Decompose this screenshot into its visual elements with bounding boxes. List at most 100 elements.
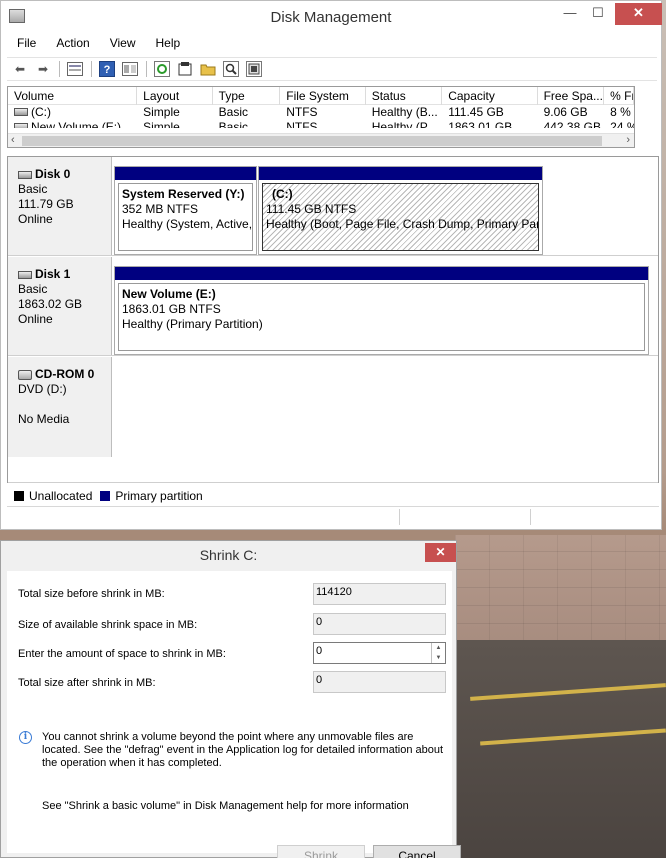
menu-bar: File Action View Help bbox=[7, 34, 190, 54]
partition-details: (C:) 111.45 GB NTFS Healthy (Boot, Page … bbox=[262, 183, 539, 251]
help-icon[interactable]: ? bbox=[98, 60, 116, 78]
volume-list-header: Volume Layout Type File System Status Ca… bbox=[8, 87, 634, 105]
partition-size: 352 MB NTFS bbox=[122, 202, 199, 216]
horizontal-scrollbar[interactable]: ‹ › bbox=[8, 133, 634, 147]
column-header-capacity[interactable]: Capacity bbox=[442, 87, 538, 105]
close-button[interactable]: ✕ bbox=[615, 3, 662, 25]
disk-name: CD-ROM 0 bbox=[35, 367, 95, 381]
partition-status: Healthy (Primary Partition) bbox=[122, 317, 263, 331]
shrink-info-text: You cannot shrink a volume beyond the po… bbox=[42, 731, 444, 769]
percent-free-cell: 8 % bbox=[610, 105, 631, 119]
hard-drive-icon bbox=[18, 170, 32, 179]
search-icon[interactable] bbox=[222, 60, 240, 78]
refresh-icon[interactable] bbox=[153, 60, 171, 78]
partition-system-reserved[interactable]: System Reserved (Y:) 352 MB NTFS Healthy… bbox=[114, 166, 257, 255]
free-space-cell: 442.38 GB bbox=[543, 120, 601, 128]
cd-drive-icon bbox=[18, 369, 32, 380]
cancel-button[interactable]: Cancel bbox=[373, 845, 461, 858]
disk-management-window: Disk Management — ☐ ✕ File Action View H… bbox=[0, 0, 662, 530]
percent-free-cell: 24 % bbox=[610, 120, 634, 128]
menu-view[interactable]: View bbox=[100, 34, 146, 54]
toolbar: ⬅ ➡ ? bbox=[7, 57, 657, 81]
column-header-free-space[interactable]: Free Spa... bbox=[538, 87, 605, 105]
partition-status: Healthy (System, Active, bbox=[122, 217, 253, 231]
toolbar-separator bbox=[146, 61, 147, 77]
shrink-button[interactable]: Shrink bbox=[277, 845, 365, 858]
file-system-cell: NTFS bbox=[286, 105, 318, 119]
open-folder-icon[interactable] bbox=[199, 60, 217, 78]
disk-name: Disk 0 bbox=[35, 167, 71, 181]
capacity-cell: 1863.01 GB bbox=[448, 120, 513, 128]
volume-name: New Volume (E:) bbox=[31, 120, 122, 128]
shrink-amount-stepper[interactable]: 0 ▲ ▼ bbox=[313, 642, 446, 664]
partition-c[interactable]: (C:) 111.45 GB NTFS Healthy (Boot, Page … bbox=[258, 166, 543, 255]
column-header-type[interactable]: Type bbox=[213, 87, 281, 105]
scroll-right-icon[interactable]: › bbox=[626, 134, 630, 146]
type-cell: Basic bbox=[218, 120, 248, 128]
file-system-cell: NTFS bbox=[286, 120, 318, 128]
spinner-buttons[interactable]: ▲ ▼ bbox=[431, 643, 445, 663]
layout-cell: Simple bbox=[143, 120, 180, 128]
type-cell: Basic bbox=[218, 105, 248, 119]
status-cell: Healthy (B... bbox=[371, 105, 438, 119]
dialog-title: Shrink C: bbox=[1, 541, 456, 571]
column-header-layout[interactable]: Layout bbox=[137, 87, 213, 105]
partition-label: System Reserved (Y:) bbox=[122, 187, 245, 201]
table-row[interactable]: (C:) Simple Basic NTFS Healthy (B... 111… bbox=[8, 105, 634, 120]
back-arrow-icon[interactable]: ⬅ bbox=[11, 60, 29, 78]
column-header-file-system[interactable]: File System bbox=[280, 87, 366, 105]
disk-type: Basic bbox=[18, 182, 48, 196]
partition-e[interactable]: New Volume (E:) 1863.01 GB NTFS Healthy … bbox=[114, 266, 649, 355]
spin-up-icon[interactable]: ▲ bbox=[432, 643, 445, 653]
layout-cell: Simple bbox=[143, 105, 180, 119]
column-header-volume[interactable]: Volume bbox=[8, 87, 138, 105]
view-icon[interactable] bbox=[121, 60, 139, 78]
shrink-amount-value[interactable]: 0 bbox=[316, 645, 322, 657]
disk-type: Basic bbox=[18, 282, 48, 296]
partition-color-bar bbox=[115, 267, 648, 280]
field-value-total-before: 114120 bbox=[313, 583, 446, 605]
spin-down-icon[interactable]: ▼ bbox=[432, 653, 445, 663]
disk-1-label[interactable]: Disk 1 Basic 1863.02 GB Online bbox=[8, 257, 112, 355]
table-row[interactable]: New Volume (E:) Simple Basic NTFS Health… bbox=[8, 120, 634, 128]
cdrom-0-label[interactable]: CD-ROM 0 DVD (D:) No Media bbox=[8, 357, 112, 457]
disk-0-label[interactable]: Disk 0 Basic 111.79 GB Online bbox=[8, 157, 112, 255]
minimize-button[interactable]: — bbox=[556, 3, 584, 25]
status-divider bbox=[399, 509, 400, 525]
properties-list-icon[interactable] bbox=[66, 60, 84, 78]
rescan-icon[interactable] bbox=[176, 60, 194, 78]
disk-type: DVD (D:) bbox=[18, 382, 67, 396]
scrollbar-thumb[interactable] bbox=[22, 136, 602, 146]
disk-0-row: Disk 0 Basic 111.79 GB Online System Res… bbox=[8, 157, 658, 256]
shrink-help-text: See "Shrink a basic volume" in Disk Mana… bbox=[42, 800, 409, 812]
hard-drive-icon bbox=[18, 270, 32, 279]
legend-swatch-primary bbox=[100, 491, 111, 501]
partition-details: System Reserved (Y:) 352 MB NTFS Healthy… bbox=[118, 183, 253, 251]
legend-label-unallocated: Unallocated bbox=[29, 489, 93, 503]
capacity-cell: 111.45 GB bbox=[448, 105, 504, 119]
maximize-button[interactable]: ☐ bbox=[584, 3, 612, 25]
volume-cell: (C:) bbox=[8, 105, 137, 120]
field-label-total-after: Total size after shrink in MB: bbox=[18, 677, 156, 689]
drive-icon bbox=[14, 108, 28, 116]
menu-help[interactable]: Help bbox=[146, 34, 191, 54]
column-header-percent-free[interactable]: % Fr bbox=[604, 87, 634, 105]
disk-state: Online bbox=[18, 312, 53, 326]
menu-file[interactable]: File bbox=[7, 34, 46, 54]
forward-arrow-icon[interactable]: ➡ bbox=[34, 60, 52, 78]
shrink-dialog: Shrink C: ✕ Total size before shrink in … bbox=[0, 540, 461, 858]
column-header-status[interactable]: Status bbox=[366, 87, 443, 105]
dialog-close-button[interactable]: ✕ bbox=[425, 543, 456, 562]
settings-icon[interactable] bbox=[245, 60, 263, 78]
status-divider bbox=[530, 509, 531, 525]
status-bar bbox=[7, 506, 659, 526]
scroll-left-icon[interactable]: ‹ bbox=[11, 134, 15, 146]
disk-name: Disk 1 bbox=[35, 267, 71, 281]
toolbar-separator bbox=[59, 61, 60, 77]
field-label-available-shrink: Size of available shrink space in MB: bbox=[18, 619, 198, 631]
field-value-available-shrink: 0 bbox=[313, 613, 446, 635]
field-value-total-after: 0 bbox=[313, 671, 446, 693]
svg-text:?: ? bbox=[104, 64, 111, 76]
menu-action[interactable]: Action bbox=[46, 34, 99, 54]
dialog-body: Total size before shrink in MB: 114120 S… bbox=[7, 571, 461, 858]
